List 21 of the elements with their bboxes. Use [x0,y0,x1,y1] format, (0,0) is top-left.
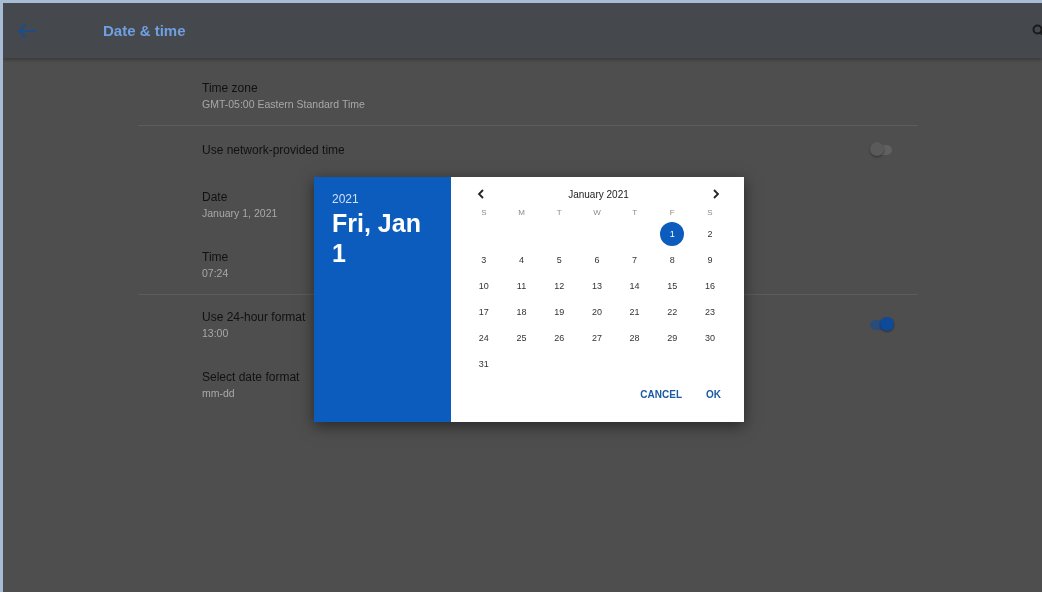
setting-summary: mm-dd [202,385,235,401]
setting-title: Date [202,188,228,206]
weekday-label: F [668,207,676,219]
weekday-label: T [555,207,563,219]
setting-summary: GMT-05:00 Eastern Standard Time [202,96,365,112]
selected-date: Fri, Jan 1 [332,208,422,268]
weekday-label: W [592,207,602,219]
weekday-label: M [517,207,526,219]
setting-summary: 13:00 [202,325,229,341]
setting-summary: January 1, 2021 [202,205,278,221]
month-title: January 2021 [568,188,629,200]
weekday-label: S [706,207,714,219]
setting-summary: 07:24 [202,265,229,281]
weekday-label: T [631,207,639,219]
setting-title: Time [202,248,229,266]
weekday-label: S [480,207,488,219]
setting-title: Use network-provided time [202,141,345,159]
setting-title: Use 24-hour format [202,308,306,326]
setting-title: Select date format [202,368,300,386]
page-title: Date & time [103,22,186,39]
setting-title: Time zone [202,79,258,97]
